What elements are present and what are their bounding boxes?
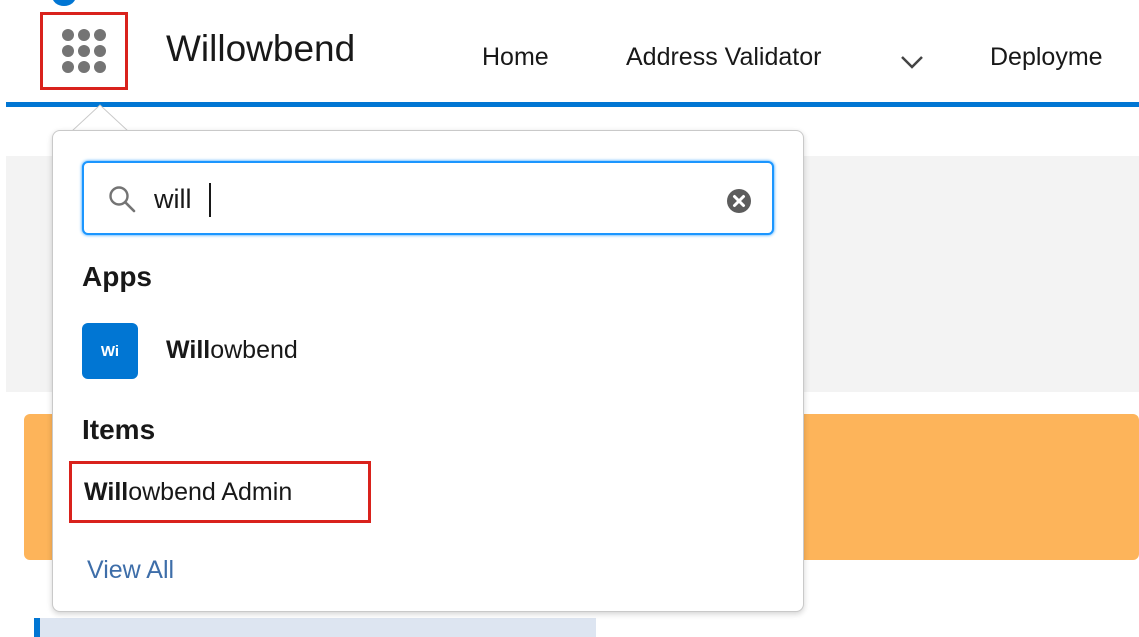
search-icon <box>108 185 136 213</box>
search-match-text: Will <box>84 478 129 506</box>
app-result-label: Willowbend <box>166 336 298 365</box>
page-bottom-card-accent <box>34 618 40 637</box>
app-search-input[interactable] <box>154 177 674 221</box>
items-section-title: Items <box>82 414 156 445</box>
search-match-text: Will <box>166 336 211 364</box>
app-search-box[interactable] <box>82 161 774 235</box>
item-result-willowbend-admin[interactable]: Willowbend Admin <box>69 461 371 523</box>
top-edge-decoration <box>52 0 76 6</box>
header-active-rule <box>6 102 1139 107</box>
nav-item-home[interactable]: Home <box>482 43 549 72</box>
apps-section-title: Apps <box>82 261 152 292</box>
text-caret <box>209 183 211 217</box>
app-name: Willowbend <box>166 28 356 69</box>
page-bottom-card <box>34 618 596 637</box>
app-launcher-waffle-icon <box>62 29 106 73</box>
app-launcher-button[interactable] <box>40 12 128 90</box>
view-all-link[interactable]: View All <box>87 556 174 585</box>
item-result-label: Willowbend Admin <box>84 478 292 507</box>
app-result-willowbend[interactable]: Wi Willowbend <box>82 321 772 381</box>
item-result-label-rest: owbend Admin <box>128 478 293 506</box>
clear-icon[interactable] <box>726 188 752 214</box>
chevron-down-icon[interactable] <box>900 54 924 70</box>
app-launcher-dropdown: Apps Wi Willowbend Items Willowbend Admi… <box>52 130 804 612</box>
app-result-label-rest: owbend <box>210 336 298 364</box>
nav-item-address-validator[interactable]: Address Validator <box>626 43 821 72</box>
app-badge: Wi <box>82 323 138 379</box>
nav-item-deployments[interactable]: Deployme <box>990 43 1139 72</box>
